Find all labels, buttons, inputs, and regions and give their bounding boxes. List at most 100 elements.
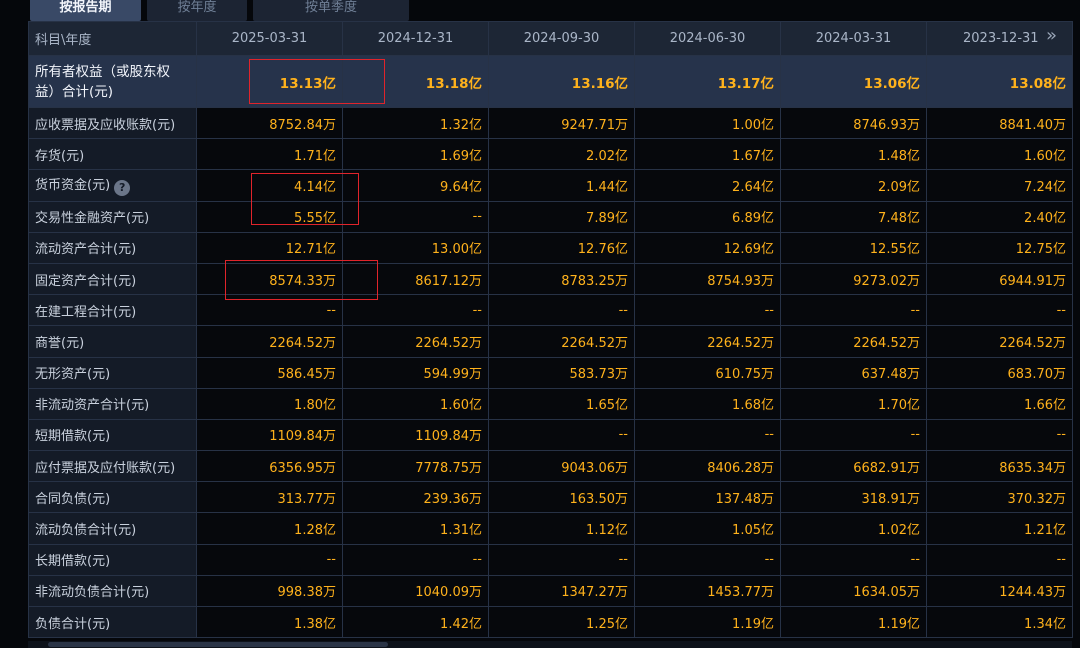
row-label: 存货(元) bbox=[28, 138, 197, 171]
row-label-text: 流动资产合计(元) bbox=[35, 242, 137, 258]
value-cell: 1.48亿 bbox=[780, 138, 927, 171]
value-cell: 1.69亿 bbox=[342, 138, 489, 171]
table-row: 应收票据及应收账款(元) 8752.84万 1.32亿 9247.71万 1.00亿 87… bbox=[28, 106, 1073, 140]
value-cell: 12.76亿 bbox=[488, 231, 635, 264]
value-cell: 1.32亿 bbox=[342, 106, 489, 140]
row-label-text: 固定资产合计(元) bbox=[35, 273, 137, 289]
value-cell: 2.02亿 bbox=[488, 138, 635, 171]
value-cell: 637.48万 bbox=[780, 356, 927, 389]
tab-by-quarter[interactable]: 按单季度 bbox=[253, 0, 409, 21]
horizontal-scrollbar[interactable] bbox=[28, 641, 1072, 648]
double-chevron-right-icon[interactable]: » bbox=[1046, 27, 1057, 45]
balance-sheet-panel: 按报告期 按年度 按单季度 科目\年度 2025-03-31 2024-12-3… bbox=[0, 0, 1080, 648]
scrollbar-thumb[interactable] bbox=[48, 642, 388, 647]
value-cell: 583.73万 bbox=[488, 356, 635, 389]
value-cell: 1.31亿 bbox=[342, 512, 489, 545]
value-cell: 1.00亿 bbox=[634, 106, 781, 140]
value-cell: 1453.77万 bbox=[634, 574, 781, 608]
value-cell: 2.40亿 bbox=[926, 200, 1073, 233]
tab-by-report-period[interactable]: 按报告期 bbox=[30, 0, 141, 21]
row-label-text: 存货(元) bbox=[35, 148, 85, 164]
row-label: 长期借款(元) bbox=[28, 543, 197, 576]
value-cell: 2264.52万 bbox=[634, 325, 781, 358]
row-label: 商誉(元) bbox=[28, 325, 197, 358]
row-label-text: 流动负债合计(元) bbox=[35, 523, 137, 539]
value-cell: 5.55亿 bbox=[196, 200, 343, 233]
tab-by-year[interactable]: 按年度 bbox=[147, 0, 247, 21]
row-label-text: 交易性金融资产(元) bbox=[35, 211, 150, 227]
period-header[interactable]: 2024-09-30 bbox=[488, 21, 635, 56]
row-label: 无形资产(元) bbox=[28, 356, 197, 389]
value-cell: 7.89亿 bbox=[488, 200, 635, 233]
value-cell: -- bbox=[196, 543, 343, 576]
value-cell: 683.70万 bbox=[926, 356, 1073, 389]
value-cell: 6356.95万 bbox=[196, 450, 343, 483]
row-label: 交易性金融资产(元) bbox=[28, 200, 197, 233]
value-cell: 8635.34万 bbox=[926, 450, 1073, 483]
table-row: 货币资金(元)? 4.14亿 9.64亿 1.44亿 2.64亿 2.09亿 7.24亿 bbox=[28, 169, 1073, 202]
value-cell: 9.64亿 bbox=[342, 169, 489, 202]
row-label-text: 无形资产(元) bbox=[35, 367, 111, 383]
value-cell: 8752.84万 bbox=[196, 106, 343, 140]
value-cell: 9273.02万 bbox=[780, 262, 927, 296]
value-cell: 1.21亿 bbox=[926, 512, 1073, 545]
row-label: 货币资金(元)? bbox=[28, 169, 197, 202]
row-label: 非流动负债合计(元) bbox=[28, 574, 197, 608]
row-label: 在建工程合计(元) bbox=[28, 294, 197, 327]
table-header-row: 科目\年度 2025-03-31 2024-12-31 2024-09-30 2… bbox=[28, 21, 1073, 56]
value-cell: -- bbox=[342, 294, 489, 327]
table-row: 所有者权益（或股东权益）合计(元) 13.13亿 13.18亿 13.16亿 13.17… bbox=[28, 55, 1073, 108]
value-cell: 313.77万 bbox=[196, 481, 343, 514]
value-cell: -- bbox=[926, 294, 1073, 327]
table-row: 长期借款(元) -- -- -- -- -- -- bbox=[28, 543, 1073, 576]
value-cell: 163.50万 bbox=[488, 481, 635, 514]
value-cell: 137.48万 bbox=[634, 481, 781, 514]
table-row: 固定资产合计(元) 8574.33万 8617.12万 8783.25万 8754.93… bbox=[28, 262, 1073, 296]
value-cell: 1.70亿 bbox=[780, 387, 927, 420]
value-cell: 7778.75万 bbox=[342, 450, 489, 483]
row-label: 负债合计(元) bbox=[28, 605, 197, 639]
value-cell: 1.67亿 bbox=[634, 138, 781, 171]
value-cell: 9247.71万 bbox=[488, 106, 635, 140]
value-cell: 8617.12万 bbox=[342, 262, 489, 296]
value-cell: 6944.91万 bbox=[926, 262, 1073, 296]
table-row: 流动资产合计(元) 12.71亿 13.00亿 12.76亿 12.69亿 12.55亿 1… bbox=[28, 231, 1073, 264]
value-cell: -- bbox=[780, 418, 927, 452]
value-cell: 9043.06万 bbox=[488, 450, 635, 483]
period-header[interactable]: 2025-03-31 bbox=[196, 21, 343, 56]
value-cell: 1.05亿 bbox=[634, 512, 781, 545]
value-cell: 2264.52万 bbox=[780, 325, 927, 358]
table-row: 无形资产(元) 586.45万 594.99万 583.73万 610.75万 637.4… bbox=[28, 356, 1073, 389]
value-cell: 1.25亿 bbox=[488, 605, 635, 639]
period-header[interactable]: 2024-06-30 bbox=[634, 21, 781, 56]
table-row: 合同负债(元) 313.77万 239.36万 163.50万 137.48万 318.9… bbox=[28, 481, 1073, 514]
value-cell: 2264.52万 bbox=[342, 325, 489, 358]
row-label: 应收票据及应收账款(元) bbox=[28, 106, 197, 140]
table-row: 非流动负债合计(元) 998.38万 1040.09万 1347.27万 1453.77… bbox=[28, 574, 1073, 608]
value-cell: 1.65亿 bbox=[488, 387, 635, 420]
value-cell: 1109.84万 bbox=[196, 418, 343, 452]
value-cell: 998.38万 bbox=[196, 574, 343, 608]
value-cell: 1.60亿 bbox=[926, 138, 1073, 171]
value-cell: 1109.84万 bbox=[342, 418, 489, 452]
help-icon[interactable]: ? bbox=[114, 180, 131, 197]
value-cell: 12.75亿 bbox=[926, 231, 1073, 264]
value-cell: 586.45万 bbox=[196, 356, 343, 389]
value-cell: 1.66亿 bbox=[926, 387, 1073, 420]
value-cell: 2264.52万 bbox=[926, 325, 1073, 358]
value-cell: 1.28亿 bbox=[196, 512, 343, 545]
value-cell: 1634.05万 bbox=[780, 574, 927, 608]
row-label-text: 非流动负债合计(元) bbox=[35, 585, 150, 601]
value-cell: 4.14亿 bbox=[196, 169, 343, 202]
value-cell: 1244.43万 bbox=[926, 574, 1073, 608]
value-cell: 318.91万 bbox=[780, 481, 927, 514]
period-header[interactable]: 2024-12-31 bbox=[342, 21, 489, 56]
row-label-text: 商誉(元) bbox=[35, 335, 85, 351]
value-cell: 8574.33万 bbox=[196, 262, 343, 296]
value-cell: 1.19亿 bbox=[634, 605, 781, 639]
value-cell: 610.75万 bbox=[634, 356, 781, 389]
period-header[interactable]: 2024-03-31 bbox=[780, 21, 927, 56]
table-row: 负债合计(元) 1.38亿 1.42亿 1.25亿 1.19亿 1.19亿 1.34亿 bbox=[28, 605, 1073, 639]
row-label-text: 负债合计(元) bbox=[35, 616, 111, 632]
value-cell: 1.68亿 bbox=[634, 387, 781, 420]
